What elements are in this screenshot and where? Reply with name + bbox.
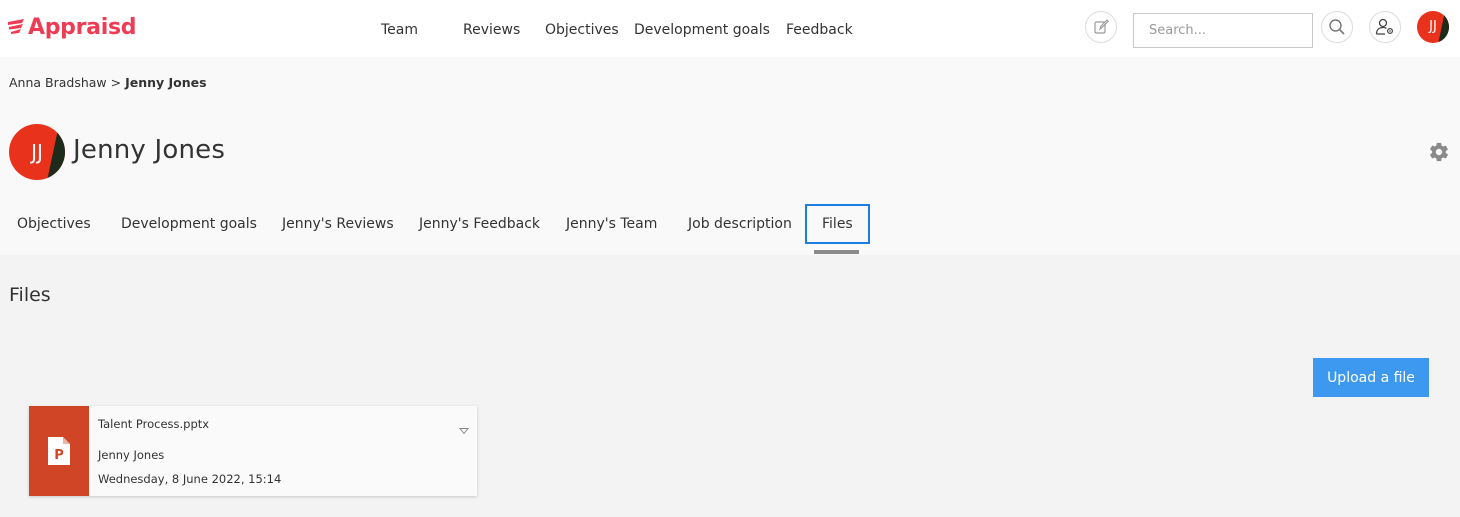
user-settings-icon (1375, 18, 1394, 35)
file-menu-button[interactable] (458, 420, 470, 439)
nav-reviews[interactable]: Reviews (463, 22, 520, 38)
section-title: Files (9, 284, 51, 306)
top-bar: Appraisd Team Reviews Objectives Develop… (0, 0, 1460, 57)
tab-objectives[interactable]: Objectives (17, 204, 91, 244)
file-name[interactable]: Talent Process.pptx (98, 417, 209, 431)
file-date: Wednesday, 8 June 2022, 15:14 (98, 472, 282, 486)
svg-text:P: P (54, 448, 64, 463)
breadcrumb-separator: > (110, 75, 122, 90)
profile-avatar: JJ (9, 124, 65, 180)
nav-feedback[interactable]: Feedback (786, 22, 853, 38)
nav-objectives[interactable]: Objectives (545, 22, 619, 38)
file-card[interactable]: P Talent Process.pptx Jenny Jones Wednes… (29, 406, 477, 496)
file-owner: Jenny Jones (98, 448, 165, 462)
profile-avatar-initials: JJ (31, 140, 43, 164)
chevron-down-icon (458, 428, 470, 435)
user-settings-button[interactable] (1369, 11, 1401, 43)
nav-development-goals[interactable]: Development goals (634, 22, 770, 38)
logo-wings-icon (8, 19, 24, 34)
brand-logo[interactable]: Appraisd (8, 12, 137, 42)
user-avatar-initials: JJ (1429, 19, 1437, 34)
page-title: Jenny Jones (73, 135, 226, 165)
powerpoint-file-icon: P (48, 437, 70, 465)
edit-icon (1094, 19, 1109, 34)
tab-jennys-team[interactable]: Jenny's Team (566, 204, 657, 244)
file-thumbnail[interactable]: P (29, 406, 89, 496)
brand-name: Appraisd (28, 14, 137, 40)
tab-job-description[interactable]: Job description (688, 204, 792, 244)
gear-icon (1430, 142, 1448, 162)
breadcrumb-parent[interactable]: Anna Bradshaw (9, 75, 107, 90)
upload-file-button[interactable]: Upload a file (1313, 358, 1429, 397)
nav-team[interactable]: Team (381, 22, 418, 38)
search-input[interactable] (1133, 13, 1313, 48)
search-icon (1329, 19, 1345, 35)
edit-button[interactable] (1085, 11, 1117, 43)
profile-header: Anna Bradshaw > Jenny Jones JJ Jenny Jon… (0, 57, 1460, 255)
breadcrumb: Anna Bradshaw > Jenny Jones (9, 75, 207, 90)
user-avatar[interactable]: JJ (1417, 11, 1449, 43)
breadcrumb-current: Jenny Jones (125, 75, 207, 90)
tab-development-goals[interactable]: Development goals (121, 204, 257, 244)
tab-files[interactable]: Files (805, 204, 870, 244)
tab-jennys-feedback[interactable]: Jenny's Feedback (419, 204, 540, 244)
tab-jennys-reviews[interactable]: Jenny's Reviews (282, 204, 394, 244)
search-button[interactable] (1321, 11, 1353, 43)
active-tab-indicator (814, 250, 859, 254)
profile-settings-button[interactable] (1428, 141, 1450, 167)
